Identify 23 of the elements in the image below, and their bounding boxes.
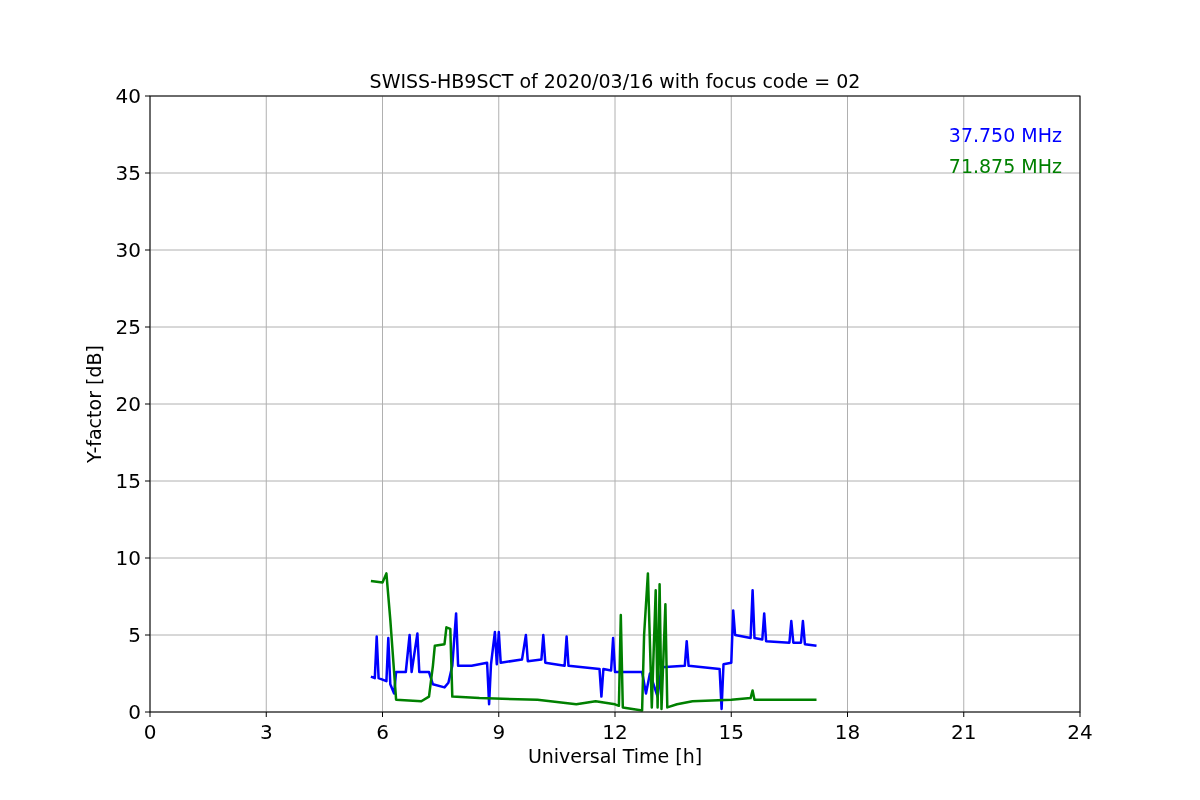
tick-label: 3 bbox=[259, 720, 273, 744]
tick-label: 18 bbox=[834, 720, 861, 744]
tick-label: 15 bbox=[115, 469, 141, 493]
tick-label: 21 bbox=[951, 720, 977, 744]
y-axis-label: Y-factor [dB] bbox=[83, 345, 105, 463]
tick-label: 25 bbox=[115, 315, 141, 339]
tick-label: 5 bbox=[128, 623, 141, 647]
legend-label: 37.750 MHz bbox=[948, 124, 1062, 146]
tick-label: 6 bbox=[376, 720, 389, 744]
tick-label: 20 bbox=[115, 392, 141, 416]
tick-label: 9 bbox=[492, 720, 506, 744]
x-axis-label: Universal Time [h] bbox=[527, 745, 703, 767]
tick-label: 35 bbox=[115, 161, 141, 185]
tick-label: 10 bbox=[115, 546, 141, 570]
tick-label: 24 bbox=[1067, 720, 1093, 744]
tick-label: 0 bbox=[128, 700, 141, 724]
chart-title: SWISS-HB9SCT of 2020/03/16 with focus code = 02 bbox=[369, 70, 861, 92]
tick-label: 30 bbox=[115, 238, 141, 262]
tick-label: 12 bbox=[602, 720, 628, 744]
tick-label: 0 bbox=[143, 720, 157, 744]
tick-label: 15 bbox=[718, 720, 744, 744]
legend-label: 71.875 MHz bbox=[948, 155, 1062, 177]
tick-label: 40 bbox=[115, 84, 141, 108]
